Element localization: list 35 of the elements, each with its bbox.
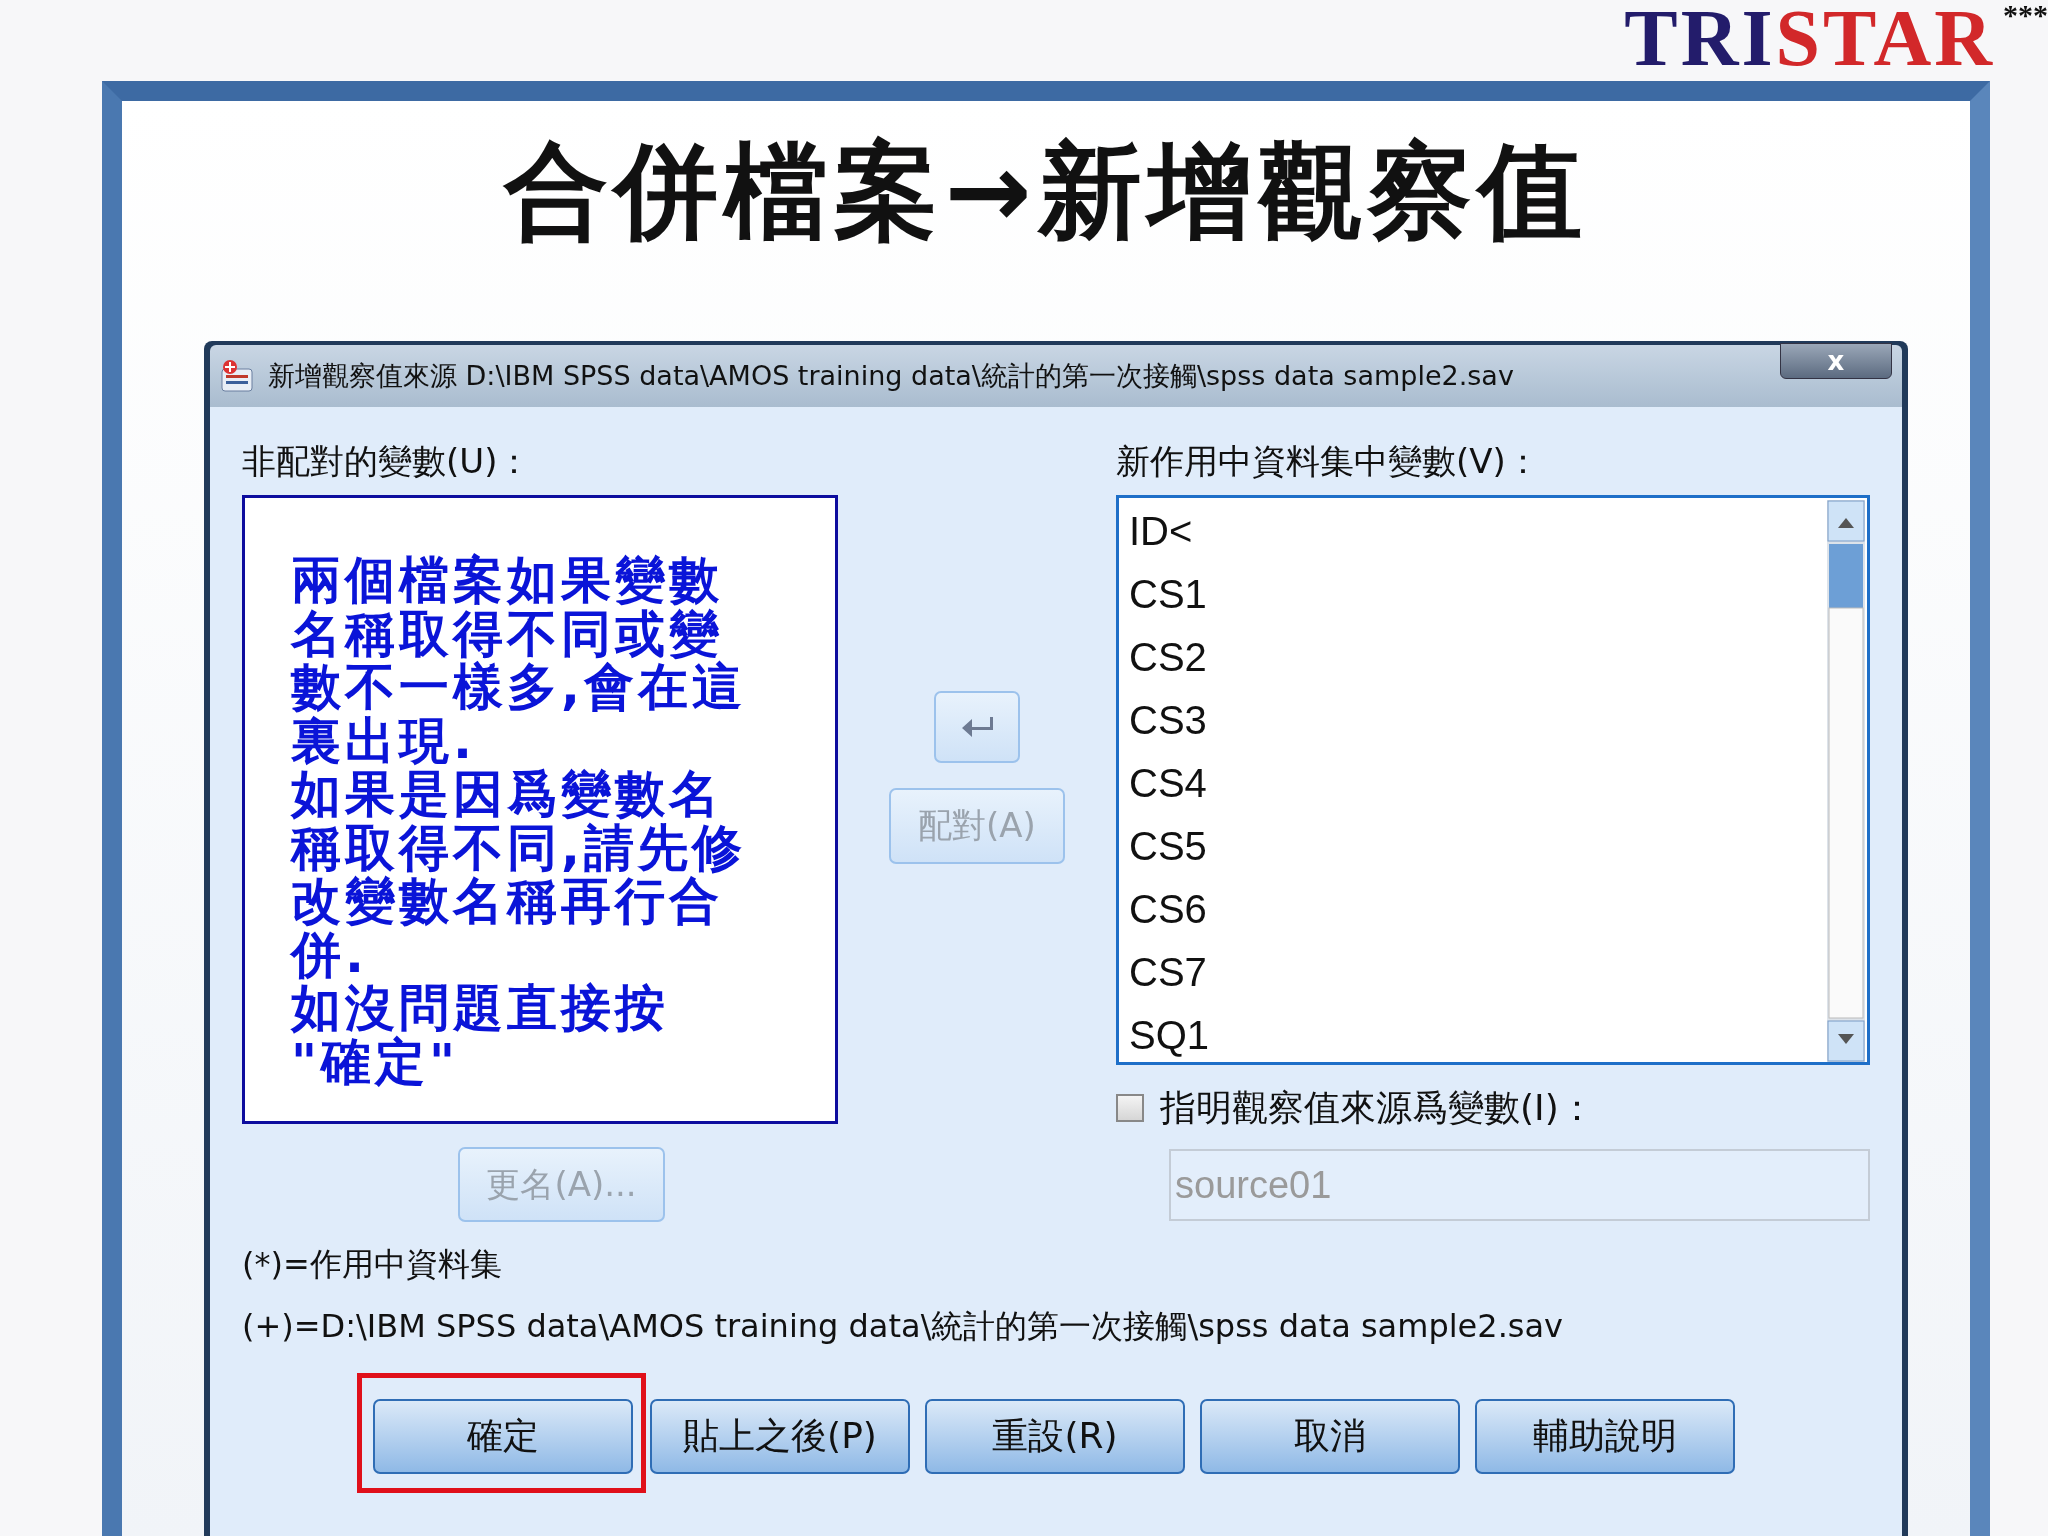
list-item[interactable]: CS5 — [1129, 815, 1827, 878]
list-label: 新作用中資料集中變數(V)： — [1116, 441, 1541, 481]
list-item[interactable]: CS7 — [1129, 941, 1827, 1004]
instruction-text: 稱取得不同,請先修 — [291, 821, 747, 875]
instruction-text: 兩個檔案如果變數 — [291, 554, 724, 608]
dialog-button[interactable]: 貼上之後(P) — [650, 1399, 910, 1474]
logo: TRISTAR*** — [1624, 0, 2048, 81]
instruction-text: 裏出現. — [291, 714, 477, 768]
instruction-text: 名稱取得不同或變 — [291, 607, 723, 661]
list-item[interactable]: CS3 — [1129, 689, 1827, 752]
dialog-button[interactable]: 輔助說明 — [1475, 1399, 1735, 1474]
dialog-button[interactable]: 確定 — [373, 1399, 633, 1474]
list-item[interactable]: CS1 — [1129, 563, 1827, 626]
list-item[interactable]: SQ1 — [1129, 1004, 1827, 1067]
instruction-text: 數不一樣多,會在這 — [291, 661, 747, 715]
instruction-text: 改變數名稱再行合 — [291, 875, 723, 929]
list-item[interactable]: CS4 — [1129, 752, 1827, 815]
close-button[interactable]: x — [1780, 343, 1892, 379]
instruction-text: "確定" — [291, 1035, 461, 1089]
dialog-button[interactable]: 取消 — [1200, 1399, 1460, 1474]
instruction-text: 如沒問題直接按 — [291, 982, 670, 1036]
instruction-text: 如果是因爲變數名 — [291, 768, 724, 822]
legend-text: (*)=作用中資料集 — [242, 1244, 503, 1284]
instruction-text: 併. — [291, 928, 368, 982]
list-item[interactable]: ID< — [1129, 500, 1827, 563]
dialog-button[interactable]: 重設(R) — [925, 1399, 1185, 1474]
list-label: 非配對的變數(U)： — [242, 441, 533, 481]
app-icon — [220, 359, 254, 393]
window-title: 新增觀察值來源 D:\IBM SPSS data\AMOS training data\統計的第一次接觸\spss data sample2.sav — [268, 359, 1515, 393]
list-item[interactable]: CS2 — [1129, 626, 1827, 689]
list-item[interactable]: CS6 — [1129, 878, 1827, 941]
return-arrow-icon — [960, 715, 994, 739]
slide-title: 合併檔案→新增觀察值 — [502, 131, 1589, 251]
checkbox-label: 指明觀察值來源爲變數(I)： — [1160, 1085, 1595, 1130]
legend-text: (+)=D:\IBM SPSS data\AMOS training data\統計的第一次接觸\spss data sample2.sav — [242, 1306, 1565, 1346]
